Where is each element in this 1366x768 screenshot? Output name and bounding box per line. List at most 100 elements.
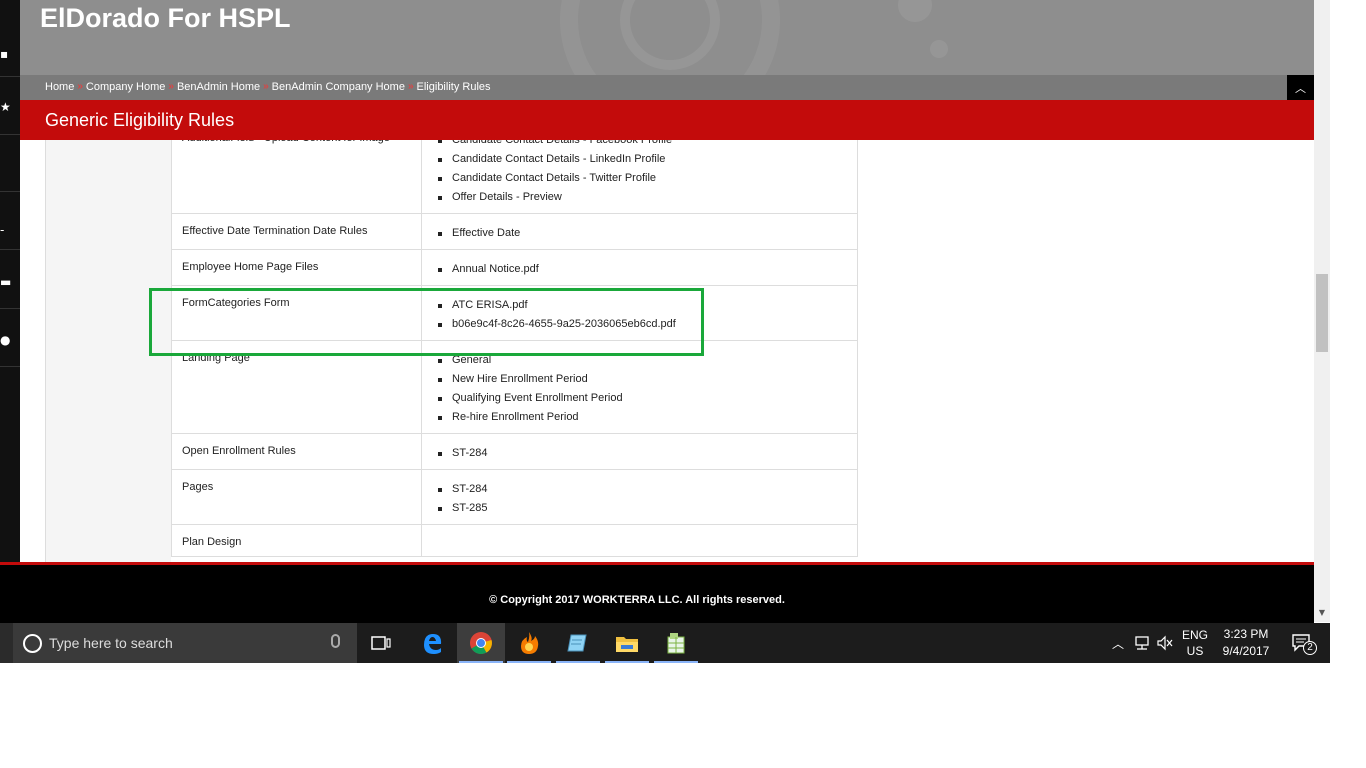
page-title: Generic Eligibility Rules: [45, 110, 235, 130]
grid-icon[interactable]: ▪: [0, 42, 20, 66]
microphone-icon[interactable]: [331, 634, 340, 648]
list-item: Re-hire Enrollment Period: [436, 408, 847, 427]
list-item: Candidate Contact Details - Facebook Pro…: [436, 140, 847, 150]
table-row: Open Enrollment Rules ST-284: [171, 433, 858, 470]
taskbar-app-notepad[interactable]: [554, 623, 602, 663]
minus-icon[interactable]: ▬: [0, 270, 20, 294]
rule-items-cell: [421, 524, 858, 557]
breadcrumb-separator: »: [407, 81, 414, 92]
header-decoration: [898, 0, 932, 22]
rule-name: Pages: [182, 481, 214, 493]
search-placeholder: Type here to search: [49, 635, 173, 651]
rule-items-list: ST-284: [436, 444, 847, 463]
copyright-text: © Copyright 2017 WORKTERRA LLC. All righ…: [489, 594, 785, 606]
region-code: US: [1186, 644, 1204, 658]
volume-control[interactable]: [1154, 623, 1176, 663]
taskbar-chrome[interactable]: [457, 623, 505, 663]
network-status[interactable]: [1130, 623, 1154, 663]
action-center-button[interactable]: 2: [1284, 623, 1320, 663]
scroll-down-icon[interactable]: ▼: [1314, 608, 1330, 620]
rule-name-cell: AdditionalField - Upload Content for Ima…: [171, 140, 422, 214]
chevron-up-icon: ︿: [1295, 81, 1306, 95]
divider: [0, 134, 20, 135]
rule-items-list: Annual Notice.pdf: [436, 260, 847, 279]
start-button[interactable]: [0, 623, 13, 663]
table-row: Plan Design: [171, 524, 858, 557]
running-indicator: [556, 661, 600, 663]
breadcrumb-benadmin-home[interactable]: BenAdmin Home: [177, 81, 260, 93]
collapse-header-button[interactable]: ︿: [1287, 75, 1314, 100]
divider: [0, 191, 20, 192]
list-item: Candidate Contact Details - LinkedIn Pro…: [436, 150, 847, 169]
list-item: Effective Date: [436, 224, 847, 243]
taskbar-app-spreadsheet[interactable]: [652, 623, 700, 663]
running-indicator: [654, 661, 698, 663]
clock-date: 9/4/2017: [1222, 644, 1270, 658]
taskbar-edge[interactable]: [408, 623, 456, 663]
taskbar-app-flame[interactable]: [505, 623, 553, 663]
chrome-icon: [470, 632, 492, 654]
breadcrumb-bar: Home » Company Home » BenAdmin Home » Be…: [20, 75, 1314, 100]
task-view-button[interactable]: [357, 623, 405, 663]
rule-items-list: ST-284 ST-285: [436, 480, 847, 518]
table-row: AdditionalField - Upload Content for Ima…: [171, 140, 858, 214]
rule-items-list: Effective Date: [436, 224, 847, 243]
rule-items-cell: Candidate Contact Details - Facebook Pro…: [421, 140, 858, 214]
site-title[interactable]: ElDorado For HSPL: [40, 3, 291, 34]
breadcrumb-home[interactable]: Home: [45, 81, 74, 93]
menu-icon[interactable]: -: [0, 218, 20, 242]
breadcrumb-benadmin-company-home[interactable]: BenAdmin Company Home: [272, 81, 405, 93]
taskbar-file-explorer[interactable]: [603, 623, 651, 663]
breadcrumb-separator: »: [168, 81, 174, 92]
breadcrumb-separator: »: [263, 81, 269, 92]
rule-name-cell: Plan Design: [171, 524, 422, 557]
flame-icon: [521, 632, 539, 654]
star-icon[interactable]: ★: [0, 95, 20, 119]
taskbar-search-box[interactable]: Type here to search: [13, 623, 357, 663]
rule-name-cell: Employee Home Page Files: [171, 249, 422, 286]
list-item: ST-285: [436, 499, 847, 518]
divider: [0, 308, 20, 309]
folder-icon: [616, 637, 638, 652]
running-indicator: [605, 661, 649, 663]
breadcrumb-company-home[interactable]: Company Home: [86, 81, 165, 93]
page-title-bar: Generic Eligibility Rules: [20, 100, 1314, 140]
clock[interactable]: 3:23 PM 9/4/2017: [1216, 623, 1276, 663]
chat-icon[interactable]: ●: [0, 328, 20, 352]
list-item: Qualifying Event Enrollment Period: [436, 389, 847, 408]
breadcrumb-separator: »: [77, 81, 83, 92]
breadcrumb-eligibility-rules[interactable]: Eligibility Rules: [417, 81, 491, 93]
network-icon: [1135, 636, 1149, 650]
header-decoration: [930, 40, 948, 58]
list-item: ST-284: [436, 480, 847, 499]
table-row: Effective Date Termination Date Rules Eff…: [171, 213, 858, 250]
list-item: Offer Details - Preview: [436, 188, 847, 207]
spreadsheet-icon: [667, 633, 685, 654]
list-item: New Hire Enrollment Period: [436, 370, 847, 389]
rule-items-cell: ST-284 ST-285: [421, 469, 858, 525]
rule-name: Effective Date Termination Date Rules: [182, 225, 368, 237]
rule-items-cell: Annual Notice.pdf: [421, 249, 858, 286]
language-indicator[interactable]: ENG US: [1178, 623, 1212, 663]
rule-name-cell: Effective Date Termination Date Rules: [171, 213, 422, 250]
rule-items-list: General New Hire Enrollment Period Qualify…: [436, 351, 847, 427]
table-row: Pages ST-284 ST-285: [171, 469, 858, 525]
rule-items-list: Candidate Contact Details - Facebook Pro…: [436, 140, 847, 207]
notepad-icon: [567, 634, 587, 652]
scrollbar-thumb[interactable]: [1316, 274, 1328, 352]
list-item: ST-284: [436, 444, 847, 463]
list-item: Candidate Contact Details - Twitter Prof…: [436, 169, 847, 188]
windows-taskbar: Type here to search ︿ ENG US 3:23 PM 9/4…: [0, 623, 1330, 663]
rule-name: Open Enrollment Rules: [182, 445, 296, 457]
rule-name: AdditionalField - Upload Content for Ima…: [182, 140, 390, 144]
site-footer: © Copyright 2017 WORKTERRA LLC. All righ…: [0, 562, 1314, 623]
show-hidden-icons-button[interactable]: ︿: [1108, 623, 1128, 663]
page-scrollbar[interactable]: ▼: [1314, 0, 1330, 622]
rule-name-cell: Open Enrollment Rules: [171, 433, 422, 470]
language-code: ENG: [1181, 628, 1208, 642]
running-indicator: [507, 661, 551, 663]
divider: [0, 366, 20, 367]
list-item: Annual Notice.pdf: [436, 260, 847, 279]
edge-icon: [424, 634, 442, 654]
site-header: ElDorado For HSPL: [20, 0, 1314, 75]
